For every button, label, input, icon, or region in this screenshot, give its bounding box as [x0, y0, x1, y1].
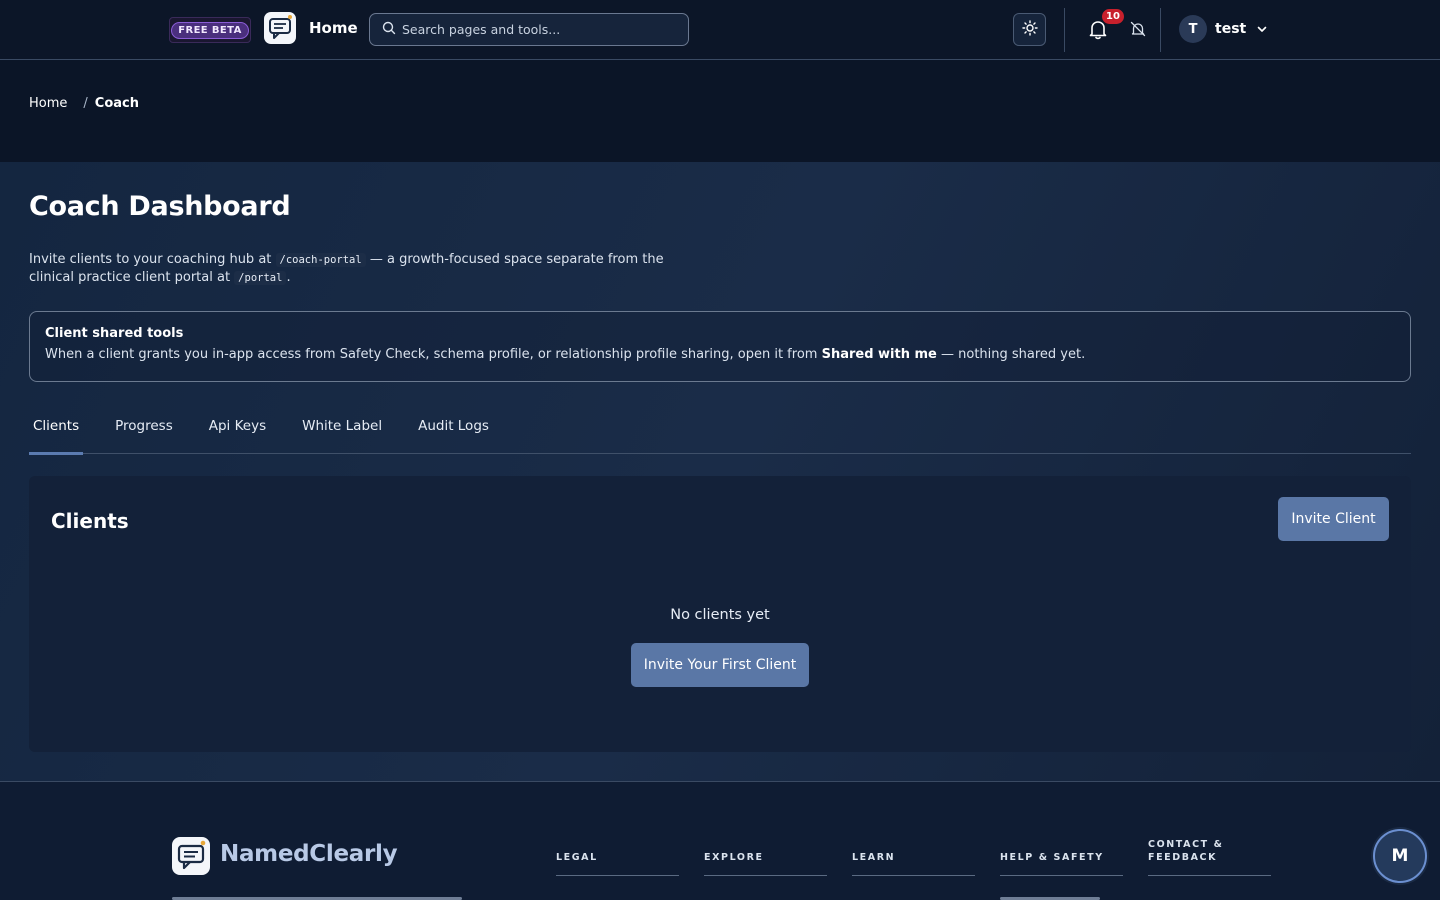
header-divider — [1064, 8, 1065, 52]
notification-count-badge: 10 — [1101, 8, 1125, 25]
breadcrumb-band — [0, 60, 1440, 162]
footer-column-contact-feedback: CONTACT & FEEDBACK — [1148, 839, 1271, 876]
tab-progress[interactable]: Progress — [111, 412, 177, 454]
logo-icon[interactable] — [264, 12, 296, 44]
user-menu[interactable]: T test — [1179, 14, 1268, 44]
tab-bar: Clients Progress Api Keys White Label Au… — [29, 412, 1411, 455]
footer-tagline-cutoff — [172, 895, 462, 900]
shared-tools-text: When a client grants you in-app access f… — [45, 347, 1086, 362]
footer-link-cutoff — [1000, 895, 1100, 900]
invite-first-client-button[interactable]: Invite Your First Client — [631, 643, 809, 687]
intro-text: Invite clients to your coaching hub at /… — [29, 252, 664, 285]
footer-brand-name[interactable]: NamedClearly — [220, 841, 398, 867]
clients-title: Clients — [51, 509, 129, 533]
avatar: T — [1179, 15, 1207, 43]
breadcrumb-separator: / — [83, 96, 88, 111]
home-link[interactable]: Home — [309, 19, 358, 37]
tab-api-keys[interactable]: Api Keys — [205, 412, 270, 454]
beta-badge: FREE BETA — [171, 21, 249, 39]
search-input[interactable] — [402, 22, 682, 37]
header-divider — [1160, 8, 1161, 52]
bell-off-icon[interactable] — [1129, 20, 1147, 38]
beta-badge-container: FREE BETA — [169, 17, 251, 43]
tab-audit-logs[interactable]: Audit Logs — [414, 412, 493, 454]
breadcrumb-current: Coach — [94, 96, 139, 111]
footer-column-explore: EXPLORE — [704, 840, 827, 876]
theme-toggle-button[interactable] — [1013, 13, 1046, 46]
shared-tools-title: Client shared tools — [45, 326, 184, 341]
coach-portal-code: /coach-portal — [275, 253, 366, 267]
invite-client-button[interactable]: Invite Client — [1278, 497, 1389, 541]
breadcrumb-home-link[interactable]: Home — [29, 96, 67, 111]
shared-tools-card: Client shared tools When a client grants… — [29, 311, 1411, 382]
footer-logo-icon[interactable] — [172, 837, 210, 875]
chat-assistant-button[interactable]: M — [1373, 829, 1427, 883]
tab-white-label[interactable]: White Label — [298, 412, 386, 454]
user-name: test — [1215, 21, 1247, 37]
chevron-down-icon — [1256, 20, 1268, 39]
sun-icon — [1021, 19, 1038, 40]
search-icon — [382, 20, 396, 39]
footer-column-help-safety: HELP & SAFETY — [1000, 840, 1123, 876]
clients-card: Clients Invite Client No clients yet Inv… — [29, 476, 1411, 752]
breadcrumb: Home / Coach — [29, 96, 139, 111]
portal-code: /portal — [234, 271, 287, 285]
empty-state-text: No clients yet — [670, 607, 770, 623]
footer-column-legal: LEGAL — [556, 840, 679, 876]
shared-with-me-label: Shared with me — [821, 347, 937, 362]
page-title: Coach Dashboard — [29, 191, 291, 222]
tab-clients[interactable]: Clients — [29, 412, 84, 455]
search-bar[interactable] — [369, 13, 689, 46]
footer-column-learn: LEARN — [852, 840, 975, 876]
